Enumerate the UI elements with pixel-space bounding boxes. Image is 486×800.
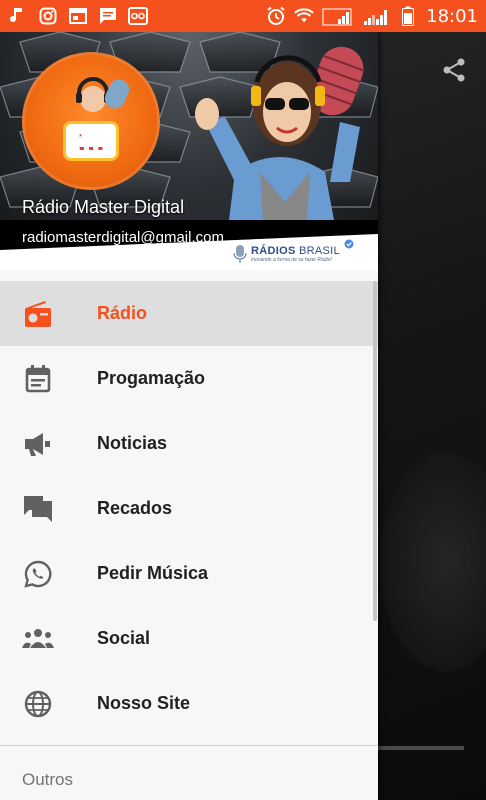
menu-label-radio: Rádio [97,303,148,323]
browser-icon [68,6,88,26]
background-divider [378,746,464,750]
signal-2-icon [360,6,390,26]
share-icon[interactable] [440,56,468,84]
menu-item-radio[interactable]: Rádio [0,281,378,346]
globe-icon [22,688,54,720]
brand-tagline: Inovando a forma de se fazer Rádio! [251,257,332,263]
battery-icon [398,6,418,26]
menu-item-noticias[interactable]: Noticias [0,411,378,476]
menu-item-nosso-site[interactable]: Nosso Site [0,671,378,736]
people-icon [22,623,54,655]
account-email: radiomasterdigital@gmail.com [22,229,224,246]
glasses-icon [128,6,148,26]
whatsapp-icon [22,558,54,590]
menu-divider [0,745,378,746]
instagram-icon [38,6,58,26]
menu-label-nosso-site: Nosso Site [97,693,191,713]
menu-item-recados[interactable]: Recados [0,476,378,541]
menu-label-social: Social [97,628,151,648]
drawer-header: m Rádio Master Digital [0,32,378,270]
section-title-outros: Outros [22,770,74,789]
status-time: 18:01 [426,5,478,27]
drawer-scrollbar[interactable] [373,281,377,621]
alarm-icon [266,6,286,26]
menu-label-noticias: Noticias [97,433,168,453]
drawer-menu: Rádio Progamação Noticias Recados Pedir [0,281,378,736]
signal-icon [322,6,352,26]
menu-item-pedir-musica[interactable]: Pedir Música [0,541,378,606]
brand-name-rest: BRASIL [295,245,340,257]
message-icon [98,6,118,26]
radios-brasil-logo: RÁDIOS BRASIL Inovando a forma de se faz… [233,239,354,264]
station-logo: m [22,52,160,190]
menu-item-programacao[interactable]: Progamação [0,346,378,411]
radio-icon [22,298,54,330]
microphone-icon [233,245,247,263]
status-bar: 18:01 [0,0,486,32]
navigation-drawer: m Rádio Master Digital [0,32,378,800]
calendar-icon [22,363,54,395]
verified-icon [344,239,354,249]
menu-label-recados: Recados [97,498,173,518]
menu-item-social[interactable]: Social [0,606,378,671]
music-note-icon [8,6,28,26]
brand-name-bold: RÁDIOS [251,245,296,257]
station-name: Rádio Master Digital [22,197,185,217]
megaphone-icon [22,428,54,460]
chat-icon [22,493,54,525]
wifi-icon [294,6,314,26]
menu-label-programacao: Progamação [97,368,206,388]
menu-label-pedir-musica: Pedir Música [97,563,209,583]
